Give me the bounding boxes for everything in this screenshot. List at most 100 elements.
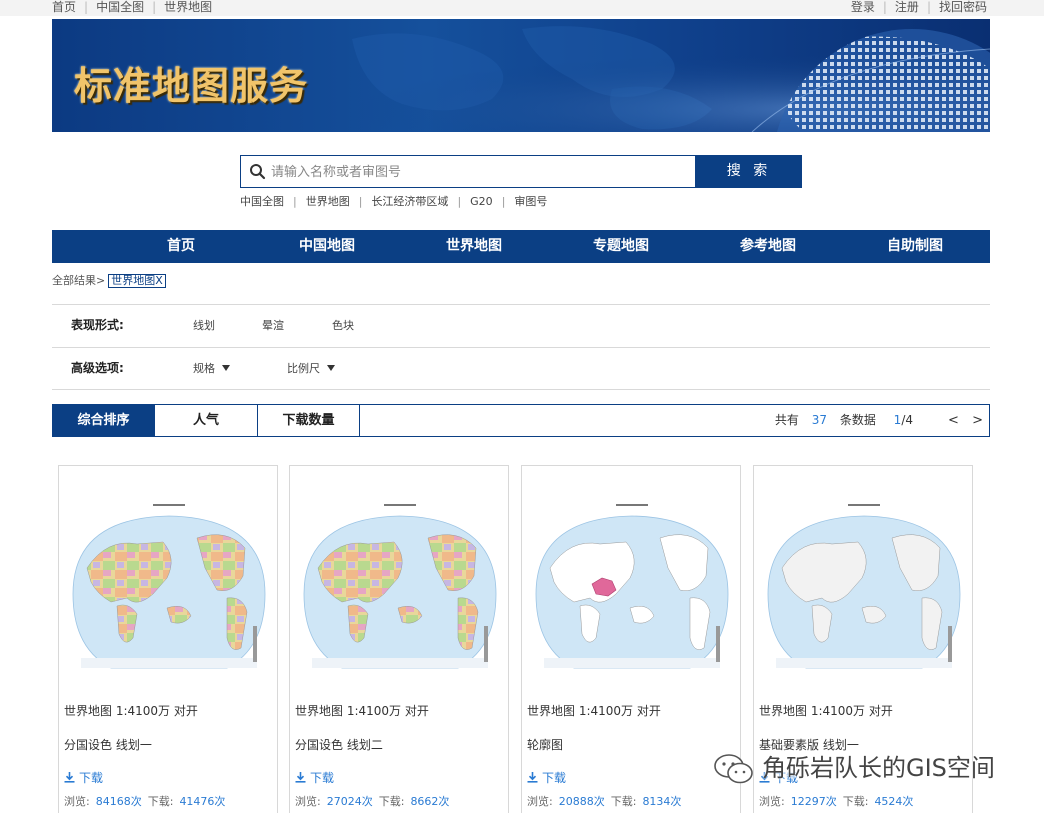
sort-bar: 综合排序 人气 下载数量 共有 37 条数据 1/4 < >	[52, 404, 990, 437]
world-map-thumbnail[interactable]	[530, 498, 734, 694]
caret-down-icon	[327, 365, 335, 371]
downloads-label: 下载:	[842, 795, 869, 808]
views-label: 浏览:	[295, 795, 321, 808]
nav-item-custom-mapping[interactable]: 自助制图	[887, 230, 943, 263]
views-label: 浏览:	[527, 795, 553, 808]
sort-tab-popularity[interactable]: 人气	[155, 405, 258, 436]
search-box	[240, 155, 696, 188]
top-bar: 首页 | 中国全图 | 世界地图 登录 | 注册 | 找回密码	[0, 0, 1044, 16]
register-link[interactable]: 注册	[895, 0, 919, 14]
views-count: 12297次	[790, 795, 837, 808]
result-card[interactable]: 世界地图 1:4100万 对开 分国设色 线划二 下载 浏览: 27024次 下载: 866…	[289, 465, 509, 813]
quick-link-china[interactable]: 中国全图	[240, 195, 284, 208]
next-page-button[interactable]: >	[972, 413, 983, 428]
quick-link-world[interactable]: 世界地图	[306, 195, 350, 208]
result-count: 共有 37 条数据 1/4	[775, 405, 913, 436]
prev-page-button[interactable]: <	[948, 413, 959, 428]
views-count: 27024次	[326, 795, 373, 808]
watermark: 角砾岩队长的GIS空间	[712, 752, 995, 786]
form-option-shaded[interactable]: 晕渲	[262, 319, 284, 333]
sort-tab-overall[interactable]: 综合排序	[53, 405, 155, 436]
top-right-links: 登录 | 注册 | 找回密码	[850, 0, 987, 14]
breadcrumb-filter-tag[interactable]: 世界地图X	[108, 274, 166, 288]
form-option-color-block[interactable]: 色块	[332, 319, 354, 333]
result-count-suffix: 条数据	[839, 413, 876, 427]
search-button[interactable]: 搜 索	[696, 155, 802, 188]
top-link-world-map[interactable]: 世界地图	[164, 0, 212, 14]
card-stats: 浏览: 20888次 下载: 8134次	[527, 793, 687, 809]
spec-dropdown[interactable]: 规格	[193, 362, 230, 376]
search-input[interactable]	[271, 162, 681, 182]
download-label: 下载	[310, 771, 335, 785]
download-label: 下载	[79, 771, 104, 785]
download-icon	[295, 772, 306, 783]
quick-link-yangtze[interactable]: 长江经济带区域	[371, 195, 448, 208]
views-label: 浏览:	[759, 795, 785, 808]
scale-dropdown-label: 比例尺	[287, 362, 320, 375]
world-map-thumbnail[interactable]	[67, 498, 271, 694]
world-map-thumbnail[interactable]	[298, 498, 502, 694]
form-filter-label: 表现形式:	[71, 318, 124, 332]
views-label: 浏览:	[64, 795, 90, 808]
search-area: 搜 索	[240, 155, 802, 188]
card-stats: 浏览: 84168次 下载: 41476次	[64, 793, 231, 809]
wechat-icon	[714, 754, 753, 784]
login-link[interactable]: 登录	[851, 0, 875, 14]
views-count: 84168次	[95, 795, 142, 808]
top-link-china-map[interactable]: 中国全图	[96, 0, 144, 14]
breadcrumb: 全部结果> 世界地图X	[52, 274, 166, 288]
downloads-label: 下载:	[610, 795, 637, 808]
scale-dropdown[interactable]: 比例尺	[287, 362, 335, 376]
download-icon	[527, 772, 538, 783]
nav-item-china-map[interactable]: 中国地图	[299, 230, 355, 263]
card-subtitle: 轮廓图	[527, 738, 564, 752]
nav-item-thematic-map[interactable]: 专题地图	[593, 230, 649, 263]
form-option-line[interactable]: 线划	[193, 319, 215, 333]
watermark-text: 角砾岩队长的GIS空间	[762, 754, 995, 782]
main-nav: 首页 中国地图 世界地图 专题地图 参考地图 自助制图	[52, 230, 990, 263]
downloads-count: 41476次	[179, 795, 226, 808]
quick-link-g20[interactable]: G20	[470, 195, 493, 208]
result-count-prefix: 共有	[774, 413, 799, 427]
downloads-label: 下载:	[147, 795, 174, 808]
top-left-links: 首页 | 中国全图 | 世界地图	[52, 0, 213, 14]
downloads-count: 4524次	[874, 795, 914, 808]
views-count: 20888次	[558, 795, 605, 808]
nav-item-home[interactable]: 首页	[167, 230, 195, 263]
banner-title: 标准地图服务	[74, 64, 309, 108]
download-label: 下载	[542, 771, 567, 785]
card-subtitle: 分国设色 线划一	[64, 738, 152, 752]
spec-dropdown-label: 规格	[193, 362, 215, 375]
card-subtitle: 基础要素版 线划一	[759, 738, 859, 752]
world-map-thumbnail[interactable]	[762, 498, 966, 694]
divider	[52, 347, 990, 348]
breadcrumb-prefix: 全部结果>	[52, 274, 106, 287]
result-count-value: 37	[811, 413, 827, 427]
search-icon	[250, 164, 266, 180]
result-card[interactable]: 世界地图 1:4100万 对开 轮廓图下载浏览: 20888次 下载: 8134次	[521, 465, 741, 813]
top-link-home[interactable]: 首页	[52, 0, 76, 14]
quick-search-links: 中国全图 | 世界地图 | 长江经济带区域 | G20 | 审图号	[240, 195, 548, 208]
pager: < >	[939, 405, 983, 436]
advanced-filter-label: 高级选项:	[71, 361, 124, 375]
download-link[interactable]: 下载	[527, 769, 566, 786]
sort-tab-downloads[interactable]: 下载数量	[258, 405, 360, 436]
downloads-count: 8662次	[410, 795, 450, 808]
card-title[interactable]: 世界地图 1:4100万 对开	[295, 702, 429, 719]
download-link[interactable]: 下载	[64, 769, 103, 786]
page-total: /4	[901, 413, 913, 427]
downloads-label: 下载:	[378, 795, 405, 808]
recover-password-link[interactable]: 找回密码	[939, 0, 987, 14]
quick-link-review-number[interactable]: 审图号	[514, 195, 547, 208]
download-link[interactable]: 下载	[295, 769, 334, 786]
nav-item-world-map[interactable]: 世界地图	[446, 230, 502, 263]
card-title[interactable]: 世界地图 1:4100万 对开	[64, 702, 198, 719]
nav-item-reference-map[interactable]: 参考地图	[740, 230, 796, 263]
card-title[interactable]: 世界地图 1:4100万 对开	[759, 702, 893, 719]
caret-down-icon	[222, 365, 230, 371]
result-card[interactable]: 世界地图 1:4100万 对开 分国设色 线划一下载浏览: 84168次 下载: 414…	[58, 465, 278, 813]
site-banner: 标准地图服务	[52, 19, 990, 132]
card-title[interactable]: 世界地图 1:4100万 对开	[527, 702, 661, 719]
divider	[52, 389, 990, 390]
downloads-count: 8134次	[642, 795, 682, 808]
